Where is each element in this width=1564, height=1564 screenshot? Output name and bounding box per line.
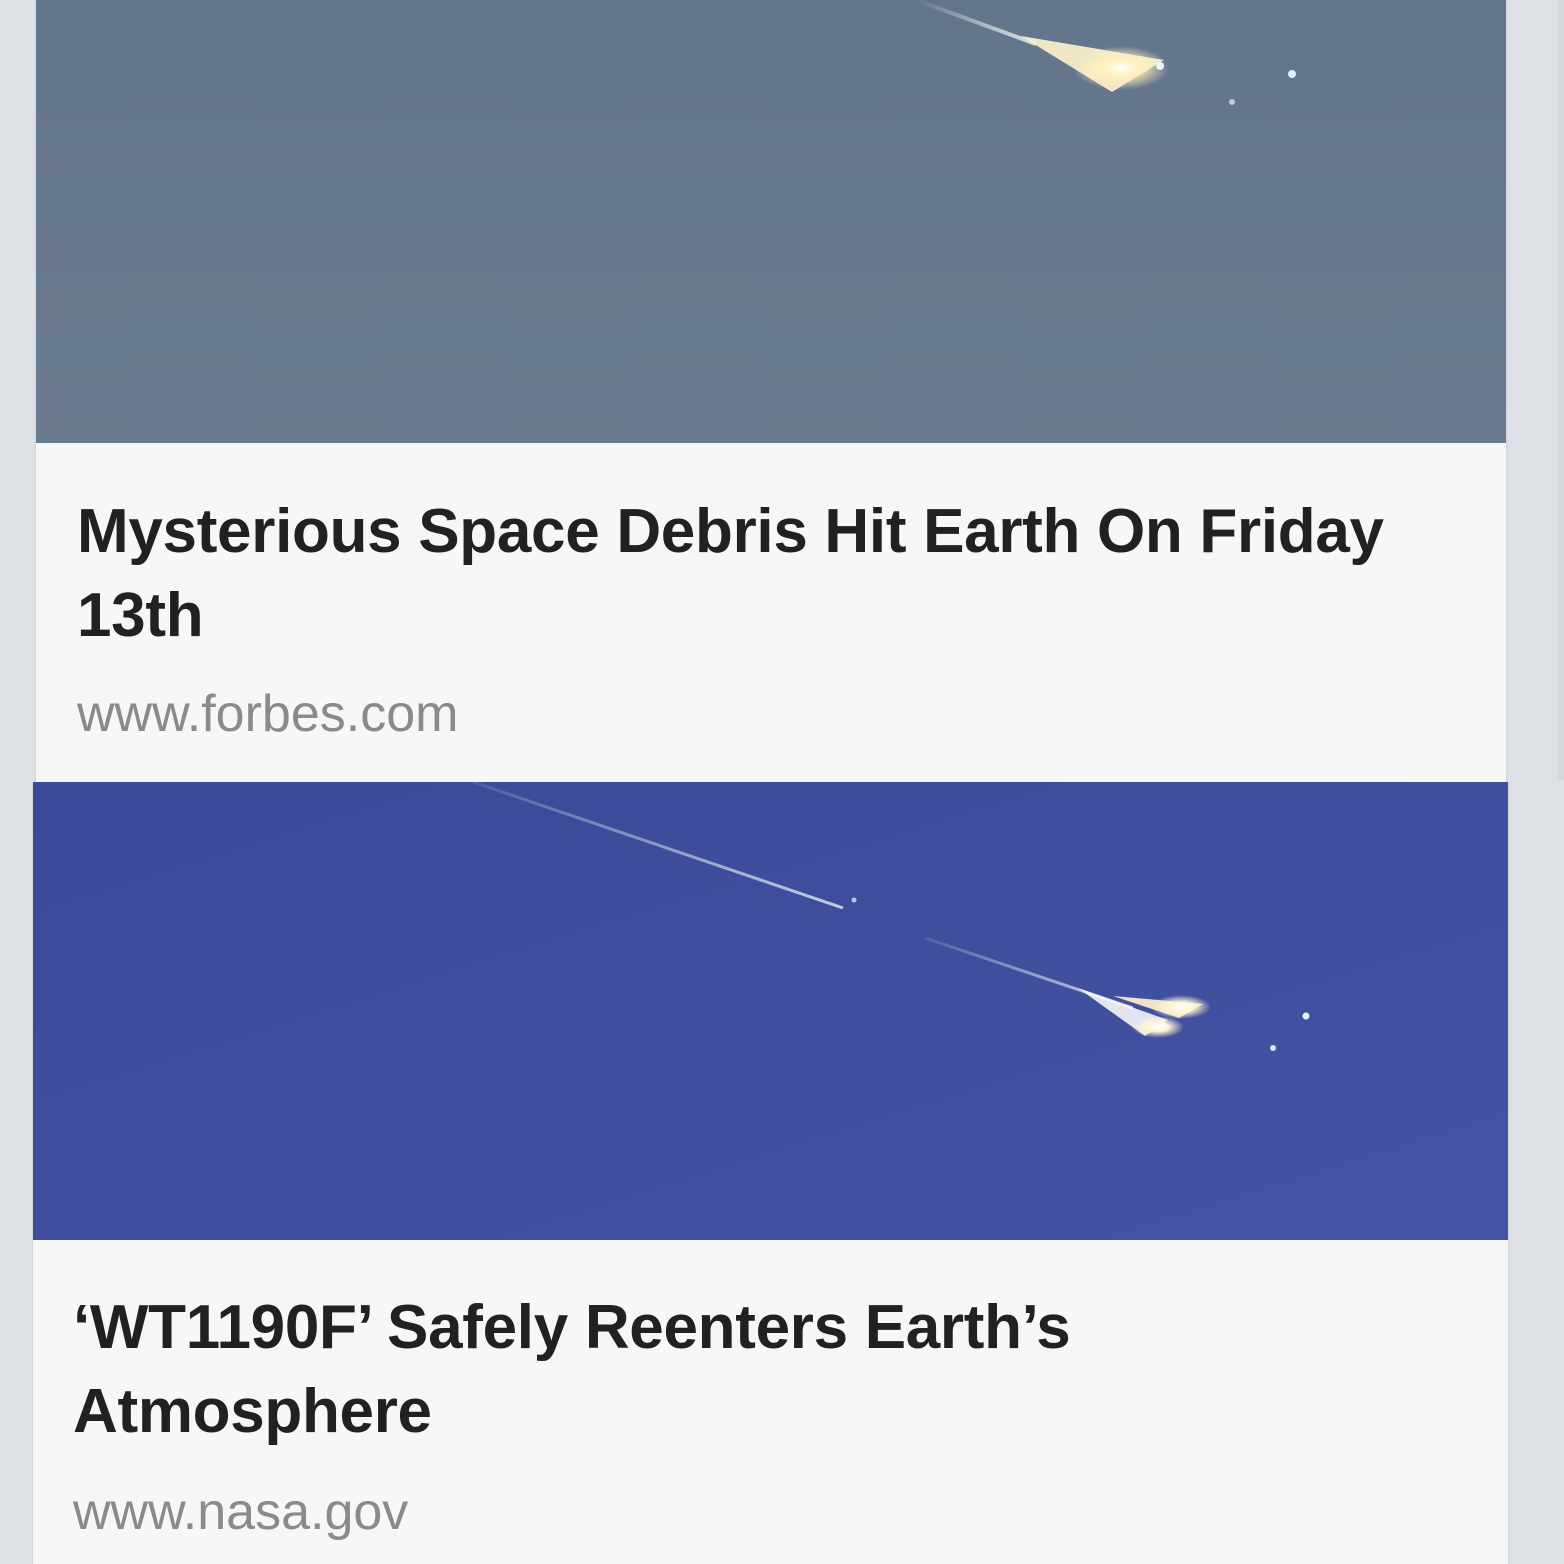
article-card[interactable]: ‘WT1190F’ Safely Reenters Earth’s Atmosp… bbox=[33, 782, 1508, 1564]
reentry-image bbox=[33, 782, 1508, 1240]
scrollbar[interactable] bbox=[1558, 0, 1564, 780]
news-feed: Mysterious Space Debris Hit Earth On Fri… bbox=[0, 0, 1564, 1564]
article-thumbnail[interactable] bbox=[36, 0, 1506, 443]
article-card[interactable]: Mysterious Space Debris Hit Earth On Fri… bbox=[36, 0, 1506, 782]
article-title[interactable]: Mysterious Space Debris Hit Earth On Fri… bbox=[77, 490, 1477, 658]
debris-image bbox=[36, 0, 1506, 443]
article-source: www.nasa.gov bbox=[73, 1483, 409, 1541]
article-thumbnail[interactable] bbox=[33, 782, 1508, 1240]
article-title[interactable]: ‘WT1190F’ Safely Reenters Earth’s Atmosp… bbox=[73, 1286, 1373, 1454]
article-source: www.forbes.com bbox=[77, 685, 459, 743]
